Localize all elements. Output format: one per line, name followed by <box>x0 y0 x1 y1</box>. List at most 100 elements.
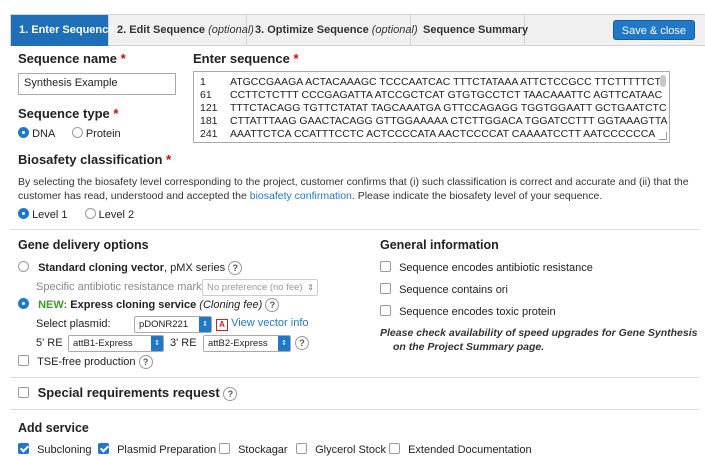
help-icon[interactable]: ? <box>228 261 243 276</box>
view-vector-info-link[interactable]: View vector info <box>231 317 308 329</box>
select-arrows-icon: ⇕ <box>199 317 211 332</box>
sequence-line-bases: CCTTCTCTTT CCCGAGATTA ATCCGCTCAT GTGTGCC… <box>230 89 663 101</box>
re5-label: 5' RE <box>36 337 63 349</box>
tab-label: Sequence Summary <box>423 24 529 36</box>
service-subcloning[interactable]: Subcloning <box>18 443 92 456</box>
re3-select[interactable]: attB2-Express [ACC( ⇕ <box>203 335 291 352</box>
special-requirements-option[interactable]: Special requirements request ? <box>18 385 238 401</box>
radio-label: Protein <box>85 128 121 140</box>
checkbox-unchecked-icon[interactable] <box>18 387 29 398</box>
checkbox-unchecked-icon[interactable] <box>389 443 400 454</box>
tab-optimize-sequence[interactable]: 3. Optimize Sequence (optional) <box>247 15 418 46</box>
tse-free-option[interactable]: TSE-free production ? <box>18 355 153 370</box>
biosafety-confirmation-link[interactable]: biosafety confirmation <box>250 190 352 202</box>
tab-enter-sequence[interactable]: 1. Enter Sequence <box>11 15 114 46</box>
biosafety-title: Biosafety classification <box>18 152 167 167</box>
re3-label: 3' RE <box>170 337 197 349</box>
toxic-protein-option[interactable]: Sequence encodes toxic protein <box>380 305 556 318</box>
radio-unselected-icon[interactable] <box>84 208 96 219</box>
checkbox-unchecked-icon[interactable] <box>296 443 307 454</box>
save-close-button[interactable]: Save & close <box>612 20 695 40</box>
express-cloning-option[interactable]: NEW: Express cloning service (Cloning fe… <box>18 298 280 313</box>
general-information-heading: General information <box>380 238 499 252</box>
sequence-line-bases: CTTATTTAAG GAACTACAGG GTTGGAAAAA CTCTTGG… <box>230 115 668 127</box>
checkbox-unchecked-icon[interactable] <box>380 261 391 272</box>
textarea-scrollbar[interactable] <box>660 75 666 87</box>
checkbox-label: Glycerol Stock <box>315 444 386 456</box>
view-vector-info[interactable]: A View vector info <box>216 317 309 331</box>
service-glycerol-stock[interactable]: Glycerol Stock <box>296 443 386 456</box>
service-plasmid-preparation[interactable]: Plasmid Preparation <box>98 443 216 456</box>
select-value: attB1-Express [ACTT <box>73 338 133 349</box>
tab-sequence-summary[interactable]: Sequence Summary <box>411 15 529 46</box>
required-marker: * <box>293 51 299 66</box>
re5-select[interactable]: attB1-Express [ACTT ⇕ <box>68 335 164 352</box>
biosafety-text: . Please indicate the biosafety level of… <box>351 190 603 202</box>
checkbox-unchecked-icon[interactable] <box>219 443 230 454</box>
checkbox-label: Extended Documentation <box>408 444 532 456</box>
radio-selected-icon[interactable] <box>18 208 29 219</box>
radio-level-1[interactable]: Level 1 <box>18 208 68 221</box>
radio-selected-icon[interactable] <box>18 127 29 138</box>
marker-label: Specific antibiotic resistance marker: <box>36 281 215 293</box>
help-icon[interactable]: ? <box>295 336 309 350</box>
sequence-line-number: 241 <box>200 128 218 140</box>
select-arrows-icon: ⇕ <box>278 336 290 351</box>
sequence-line-number: 181 <box>200 115 218 127</box>
radio-label: DNA <box>32 128 55 140</box>
radio-label: Level 1 <box>32 209 68 221</box>
gene-delivery-heading: Gene delivery options <box>18 238 149 252</box>
checkbox-label: Sequence encodes antibiotic resistance <box>399 262 593 274</box>
checkbox-checked-icon[interactable] <box>18 443 29 454</box>
checkbox-unchecked-icon[interactable] <box>380 283 391 294</box>
sequence-line-number: 61 <box>200 89 212 101</box>
sequence-textarea[interactable]: 1 ATGCCGAAGA ACTACAAAGC TCCCAATCAC TTTCTA… <box>193 71 670 143</box>
radio-level-2[interactable]: Level 2 <box>84 208 135 221</box>
special-requirements-label: Special requirements request <box>37 385 220 400</box>
checkbox-unchecked-icon[interactable] <box>380 305 391 316</box>
service-stockagar[interactable]: Stockagar <box>219 443 288 456</box>
sequence-line: 121 TTTCTACAGG TGTTCTATAT TAGCAAATGA GTTC… <box>200 102 667 115</box>
radio-label: Level 2 <box>98 209 135 221</box>
help-icon[interactable]: ? <box>138 355 153 370</box>
add-service-heading: Add service <box>18 421 89 435</box>
pdf-icon: A <box>216 319 228 331</box>
plasmid-label: Select plasmid: <box>36 318 111 330</box>
required-marker: * <box>166 152 172 167</box>
standard-cloning-option[interactable]: Standard cloning vector, pMX series ? <box>18 261 243 276</box>
plasmid-select[interactable]: pDONR221 ⇕ <box>134 316 212 333</box>
help-icon[interactable]: ? <box>223 386 238 401</box>
sequence-line-bases: ATGCCGAAGA ACTACAAAGC TCCCAATCAC TTTCTAT… <box>230 76 661 88</box>
enter-sequence-heading: Enter sequence * <box>193 51 299 66</box>
express-cloning-label: Express cloning service <box>70 299 200 311</box>
resize-handle-icon[interactable] <box>659 132 667 140</box>
wizard-tab-bar: 1. Enter Sequence 2. Edit Sequence (opti… <box>10 14 705 46</box>
help-icon[interactable]: ? <box>265 298 280 313</box>
antibiotic-resistance-option[interactable]: Sequence encodes antibiotic resistance <box>380 261 593 274</box>
sequence-line-number: 121 <box>200 102 218 114</box>
sequence-line-bases: TTTCTACAGG TGTTCTATAT TAGCAAATGA GTTCCAG… <box>230 102 667 114</box>
sequence-line-number: 1 <box>200 76 206 88</box>
radio-dna[interactable]: DNA <box>18 127 55 140</box>
sequence-line: 241 AAATTCTCA CCATTTCCTC ACTCCCCATA AACTC… <box>200 128 663 141</box>
sequence-type-label: Sequence type <box>18 106 114 121</box>
radio-unselected-icon[interactable] <box>71 127 83 138</box>
tab-edit-sequence[interactable]: 2. Edit Sequence (optional) <box>109 15 254 46</box>
service-extended-documentation[interactable]: Extended Documentation <box>389 443 532 456</box>
sequence-line: 181 CTTATTTAAG GAACTACAGG GTTGGAAAAA CTCT… <box>200 115 668 128</box>
radio-unselected-icon[interactable] <box>18 261 29 272</box>
checkbox-unchecked-icon[interactable] <box>18 355 29 366</box>
required-marker: * <box>113 106 119 121</box>
select-value: attB2-Express [ACC( <box>208 338 268 349</box>
checkbox-checked-icon[interactable] <box>98 443 109 454</box>
select-value: pDONR221 <box>139 319 189 330</box>
radio-selected-icon[interactable] <box>18 298 29 309</box>
sequence-name-input[interactable]: Synthesis Example <box>18 73 176 95</box>
antibiotic-marker-select[interactable]: No preference (no fee) ⇕ <box>202 279 318 296</box>
tab-label: 3. Optimize Sequence <box>255 24 372 36</box>
contains-ori-option[interactable]: Sequence contains ori <box>380 283 508 296</box>
radio-protein[interactable]: Protein <box>71 127 121 140</box>
sequence-name-label: Sequence name <box>18 51 121 66</box>
section-divider <box>10 229 700 230</box>
select-arrows-icon: ⇕ <box>307 283 314 292</box>
